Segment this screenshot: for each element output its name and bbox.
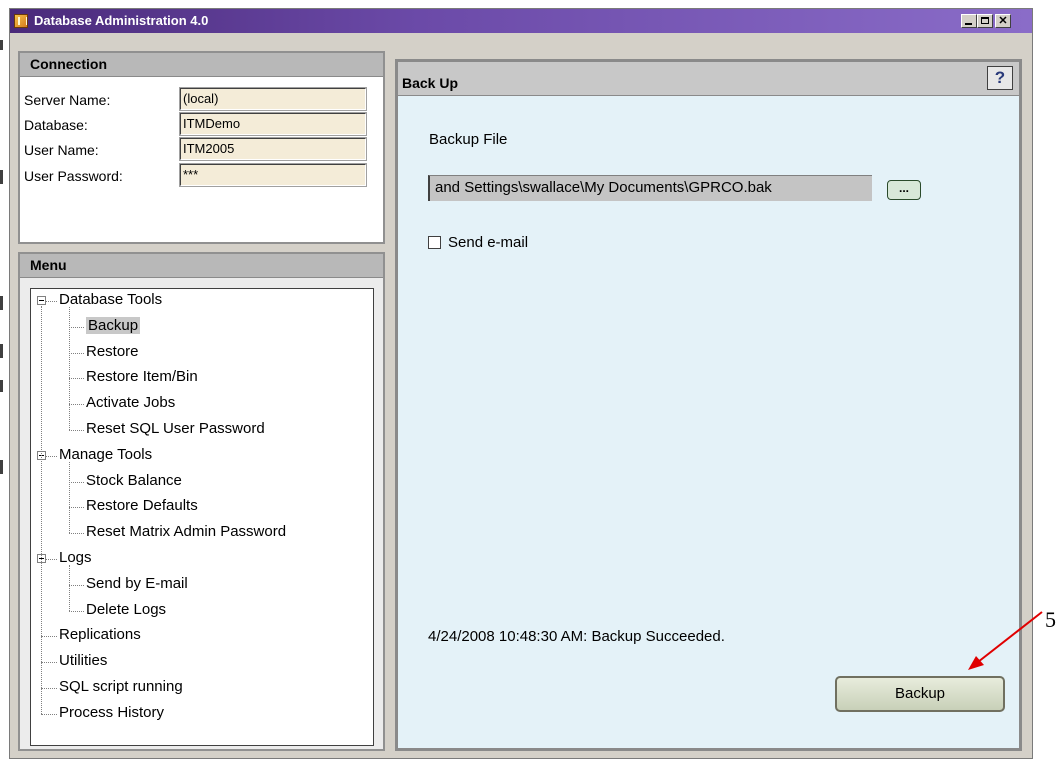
annotation-number: 5 [1045,607,1056,632]
annotation-arrow [968,611,1043,670]
